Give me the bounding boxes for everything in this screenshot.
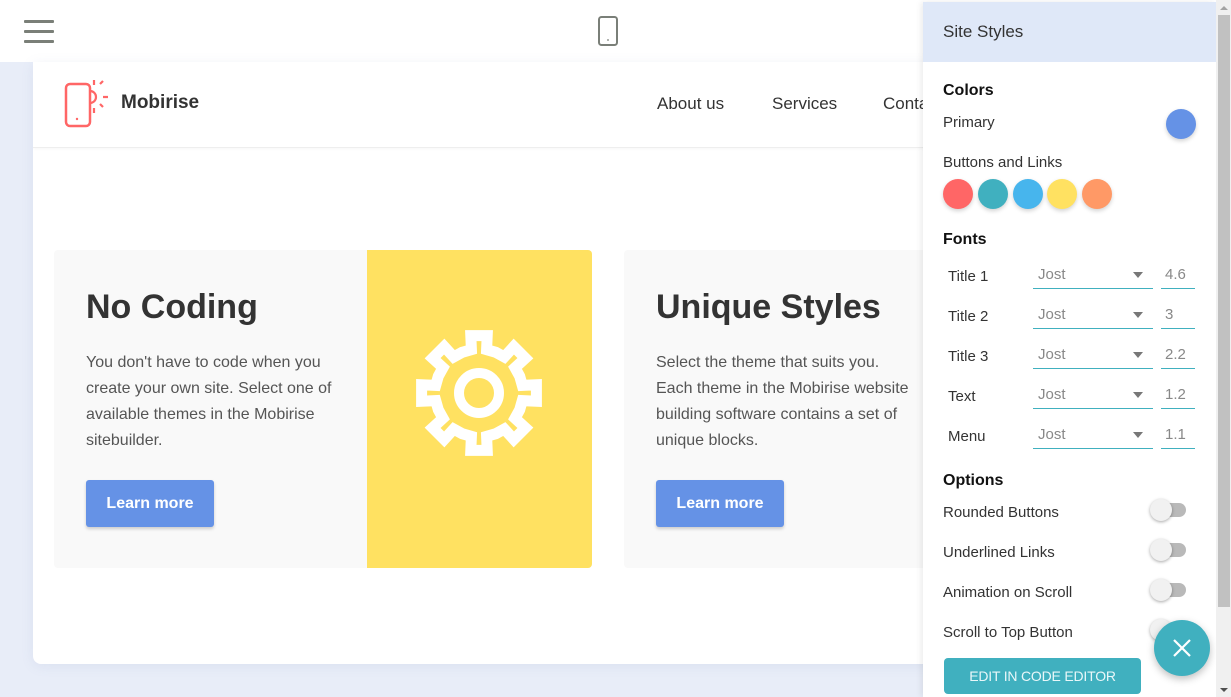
font-size-input[interactable]: 4.6 (1161, 262, 1195, 289)
primary-color-label: Primary (943, 114, 995, 131)
nav-contacts[interactable]: Conta (883, 94, 928, 114)
underlined-links-toggle[interactable] (1150, 539, 1186, 561)
gear-icon (416, 330, 542, 456)
font-row-label: Title 2 (948, 308, 989, 325)
font-row-label: Text (948, 388, 976, 405)
scroll-down-arrow-icon[interactable] (1220, 688, 1228, 692)
font-size-value: 1.2 (1165, 386, 1186, 403)
mobile-sun-logo-icon[interactable] (64, 79, 114, 129)
option-label: Scroll to Top Button (943, 624, 1073, 641)
dropdown-caret-icon (1133, 272, 1143, 278)
font-select-value: Jost (1038, 306, 1066, 323)
font-select[interactable]: Jost (1033, 302, 1153, 329)
color-swatch-teal[interactable] (978, 179, 1008, 209)
font-size-input[interactable]: 1.2 (1161, 382, 1195, 409)
buttons-links-label: Buttons and Links (943, 154, 1063, 171)
option-label: Rounded Buttons (943, 504, 1059, 521)
hamburger-menu-icon[interactable] (24, 20, 54, 44)
font-size-value: 2.2 (1165, 346, 1186, 363)
colors-heading: Colors (943, 82, 994, 99)
color-swatch-yellow[interactable] (1047, 179, 1077, 209)
panel-title: Site Styles (923, 2, 1216, 62)
font-select[interactable]: Jost (1033, 422, 1153, 449)
font-select[interactable]: Jost (1033, 262, 1153, 289)
option-label: Animation on Scroll (943, 584, 1073, 601)
dropdown-caret-icon (1133, 392, 1143, 398)
font-row-label: Menu (948, 428, 986, 445)
scroll-up-arrow-icon[interactable] (1220, 6, 1228, 10)
font-select[interactable]: Jost (1033, 342, 1153, 369)
dropdown-caret-icon (1133, 352, 1143, 358)
font-row-label: Title 3 (948, 348, 989, 365)
primary-color-swatch[interactable] (1166, 109, 1196, 139)
nav-services[interactable]: Services (772, 94, 837, 114)
font-select-value: Jost (1038, 386, 1066, 403)
close-icon (1173, 639, 1191, 657)
nav-about-us[interactable]: About us (657, 94, 724, 114)
dropdown-caret-icon (1133, 432, 1143, 438)
site-navbar: Mobirise About us Services Conta (33, 62, 1033, 148)
font-size-input[interactable]: 3 (1161, 302, 1195, 329)
learn-more-button[interactable]: Learn more (86, 480, 214, 527)
font-select-value: Jost (1038, 346, 1066, 363)
card-media (367, 250, 592, 568)
feature-card-no-coding: No Coding You don't have to code when yo… (54, 250, 592, 568)
close-panel-button[interactable] (1154, 620, 1210, 676)
animation-on-scroll-toggle[interactable] (1150, 579, 1186, 601)
font-select-value: Jost (1038, 266, 1066, 283)
edit-in-code-editor-button[interactable]: EDIT IN CODE EDITOR (944, 658, 1141, 694)
dropdown-caret-icon (1133, 312, 1143, 318)
page-canvas: Mobirise About us Services Conta No Codi… (33, 62, 1033, 664)
color-swatch-blue[interactable] (1013, 179, 1043, 209)
font-size-input[interactable]: 1.1 (1161, 422, 1195, 449)
scrollbar-thumb[interactable] (1218, 15, 1230, 607)
options-heading: Options (943, 472, 1004, 489)
font-size-value: 4.6 (1165, 266, 1186, 283)
option-label: Underlined Links (943, 544, 1055, 561)
font-select-value: Jost (1038, 426, 1066, 443)
color-swatch-red[interactable] (943, 179, 973, 209)
font-size-value: 3 (1165, 306, 1174, 323)
card-title: No Coding (86, 288, 258, 326)
site-brand[interactable]: Mobirise (121, 92, 199, 114)
learn-more-button[interactable]: Learn more (656, 480, 784, 527)
panel-scrollbar[interactable] (1216, 0, 1231, 697)
color-swatch-orange[interactable] (1082, 179, 1112, 209)
rounded-buttons-toggle[interactable] (1150, 499, 1186, 521)
font-select[interactable]: Jost (1033, 382, 1153, 409)
font-row-label: Title 1 (948, 268, 989, 285)
card-text: You don't have to code when you create y… (86, 354, 332, 449)
card-text: Select the theme that suits you. Each th… (656, 354, 909, 449)
site-styles-panel: Site Styles Colors Primary Buttons and L… (923, 2, 1216, 697)
card-title: Unique Styles (656, 288, 881, 326)
font-size-value: 1.1 (1165, 426, 1186, 443)
fonts-heading: Fonts (943, 231, 987, 248)
mobile-device-icon[interactable] (598, 16, 618, 46)
font-size-input[interactable]: 2.2 (1161, 342, 1195, 369)
